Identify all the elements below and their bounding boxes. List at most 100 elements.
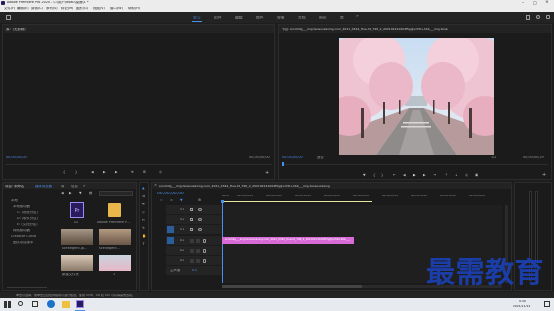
- program-add-button-icon[interactable]: +: [542, 173, 546, 178]
- maximize-button[interactable]: □: [533, 1, 537, 5]
- thumb-tile[interactable]: 新建文件夹: [61, 255, 93, 277]
- workspace-tab-assembly[interactable]: 组件: [214, 16, 222, 20]
- filter-icon[interactable]: ▼: [79, 191, 82, 195]
- source-scrub-bar[interactable]: [6, 164, 272, 165]
- mark-in-icon[interactable]: {: [373, 173, 375, 177]
- source-add-button-icon[interactable]: +: [265, 171, 269, 176]
- solo-button[interactable]: [196, 258, 200, 263]
- mute-button[interactable]: [190, 248, 194, 253]
- eye-icon[interactable]: [198, 227, 202, 231]
- thumb-tile[interactable]: scenegent...: [97, 229, 133, 251]
- tab-project[interactable]: 项目: 未命名: [5, 185, 24, 188]
- track-header-v3[interactable]: V3: [166, 205, 222, 214]
- source-insert-icon[interactable]: ⊕: [131, 170, 134, 174]
- tree-item[interactable]: C: (系统分区): [17, 211, 38, 214]
- marker-icon[interactable]: ▼: [363, 173, 366, 177]
- menu-sequence[interactable]: 序列(S): [46, 7, 58, 10]
- time-ruler[interactable]: 00;00 00;00;04;29 00;00;09;29 00;00;14;2…: [222, 192, 512, 204]
- tab-media-browser[interactable]: 媒体浏览器: [35, 185, 52, 188]
- extract-icon[interactable]: ⇣: [455, 173, 458, 177]
- source-mark-out-icon[interactable]: }: [75, 170, 77, 174]
- menu-clip[interactable]: 剪辑(C): [31, 7, 43, 10]
- timeline-timecode[interactable]: 00;00;00;00: [157, 192, 184, 196]
- mute-button[interactable]: [190, 258, 194, 263]
- program-fit-dropdown[interactable]: 适合: [317, 156, 324, 159]
- thumb-tile[interactable]: scenegent.jp...: [61, 229, 93, 251]
- solo-button[interactable]: [196, 248, 200, 253]
- forward-icon[interactable]: ▶: [69, 191, 72, 195]
- source-step-back-icon[interactable]: ◀: [91, 170, 94, 174]
- export-frame-icon[interactable]: ◎: [465, 173, 468, 177]
- mark-out-icon[interactable]: }: [381, 173, 383, 177]
- workspace-tab-graphics[interactable]: 图形: [319, 16, 327, 20]
- workspace-more-button[interactable]: »: [356, 15, 359, 19]
- go-to-in-icon[interactable]: ⇤: [393, 173, 396, 177]
- track-header-a1[interactable]: A1: [166, 236, 222, 245]
- home-icon[interactable]: [6, 15, 11, 20]
- program-playhead-icon[interactable]: [282, 162, 284, 166]
- timeline-settings-icon[interactable]: ⚙: [198, 198, 201, 202]
- project-tabs-more-button[interactable]: »: [83, 184, 85, 188]
- snap-icon[interactable]: ⊂: [160, 198, 163, 202]
- eye-icon[interactable]: [198, 217, 202, 221]
- close-button[interactable]: ×: [545, 0, 549, 6]
- thumbnail-size-slider[interactable]: [7, 287, 47, 288]
- menu-file[interactable]: 文件(F): [4, 7, 15, 10]
- source-overwrite-icon[interactable]: ⊞: [143, 170, 146, 174]
- eye-icon[interactable]: [198, 207, 202, 211]
- lock-icon[interactable]: [190, 207, 193, 211]
- source-patch-a1[interactable]: [167, 237, 174, 244]
- thumb-tile[interactable]: 1: [97, 255, 133, 277]
- tree-item[interactable]: 团队项目版本: [13, 241, 33, 244]
- mute-button[interactable]: [190, 238, 194, 243]
- view-icon[interactable]: ▤: [89, 191, 92, 195]
- thumb-tile[interactable]: Pr 02: [61, 200, 93, 228]
- workspace-tab-libraries[interactable]: 库: [340, 16, 344, 20]
- notification-icon[interactable]: [546, 15, 550, 19]
- program-monitor-tab[interactable]: 节目: scrolldlg___img.tansouzaxing.com_202…: [282, 28, 448, 31]
- track-header-master[interactable]: 主声道 0.0: [166, 266, 222, 275]
- scrollbar-thumb[interactable]: [222, 285, 362, 288]
- tab-info[interactable]: 信息: [71, 185, 78, 188]
- track-header-a3[interactable]: A3: [166, 256, 222, 265]
- timeline-sequence-tab[interactable]: scrolldlg___img.tansouzaxing.com_2021_03…: [159, 185, 359, 188]
- step-forward-icon[interactable]: ▶: [423, 173, 426, 177]
- source-play-icon[interactable]: ▶: [103, 170, 106, 174]
- step-back-icon[interactable]: ◀: [403, 173, 406, 177]
- go-to-out-icon[interactable]: ⇥: [433, 173, 436, 177]
- microphone-icon[interactable]: [203, 258, 206, 263]
- menu-help[interactable]: 帮助(H): [128, 7, 140, 10]
- tree-item[interactable]: D: (软件分区): [17, 217, 38, 220]
- razor-tool-icon[interactable]: ◇: [142, 210, 145, 214]
- tree-item[interactable]: Creative Cloud: [11, 235, 36, 238]
- menu-marker[interactable]: 标记(M): [61, 7, 73, 10]
- hand-tool-icon[interactable]: ✋: [142, 234, 146, 238]
- program-quality-dropdown[interactable]: 1/2: [491, 156, 496, 159]
- lock-icon[interactable]: [190, 217, 193, 221]
- back-icon[interactable]: ◀: [61, 191, 64, 195]
- edge-icon[interactable]: [47, 300, 55, 308]
- track-select-tool-icon[interactable]: ⇉: [142, 194, 145, 198]
- microphone-icon[interactable]: [203, 248, 206, 253]
- ripple-edit-tool-icon[interactable]: ⇹: [142, 202, 145, 206]
- timeline-clip[interactable]: scrolldlg___img.tansouzaxing.com_2021_03…: [222, 237, 354, 244]
- tree-item[interactable]: 本地驱动器: [13, 205, 30, 208]
- taskbar-search-icon[interactable]: [18, 301, 23, 306]
- task-view-icon[interactable]: [32, 301, 38, 307]
- premiere-taskbar-icon[interactable]: [76, 300, 84, 308]
- tab-libraries[interactable]: 库: [61, 185, 64, 188]
- master-volume-value[interactable]: 0.0: [192, 269, 197, 272]
- tree-item[interactable]: 本地: [11, 199, 18, 202]
- track-header-a2[interactable]: A2: [166, 246, 222, 255]
- linked-selection-icon[interactable]: ⊃: [170, 198, 173, 202]
- windows-start-icon[interactable]: [4, 301, 11, 308]
- lift-icon[interactable]: ⇡: [445, 173, 448, 177]
- menu-edit[interactable]: 编辑(E): [17, 7, 29, 10]
- track-header-v1[interactable]: V1: [166, 225, 222, 234]
- notification-center-icon[interactable]: [544, 301, 550, 307]
- selection-tool-icon[interactable]: ▲: [142, 186, 145, 190]
- minimize-button[interactable]: –: [522, 1, 524, 5]
- source-mark-in-icon[interactable]: {: [63, 170, 65, 174]
- work-area-bar[interactable]: [222, 201, 372, 202]
- source-monitor-tab[interactable]: 源：(无剪辑): [6, 28, 26, 31]
